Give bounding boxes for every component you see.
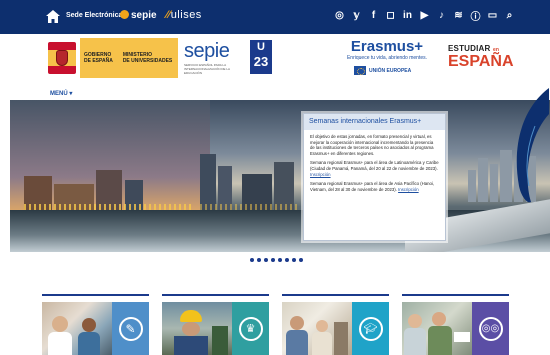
feature-card[interactable]: ◎◎ [402,294,509,355]
instagram-icon[interactable]: ◻ [385,9,396,22]
home-icon[interactable] [46,10,60,23]
gobierno-line2: DE ESPAÑA [84,58,113,64]
menu-toggle[interactable]: MENÚ ▾ [50,90,72,97]
eu-flag-icon [354,66,366,75]
u23-top: U [257,41,265,53]
twitter-icon[interactable]: 𝕪 [351,9,362,22]
card-badge: ◎◎ [472,302,509,355]
facebook-icon[interactable]: f [368,9,379,22]
carousel-dot[interactable] [292,258,296,262]
erasmus-tagline: Enriquece tu vida, abriendo mentes. [346,55,428,61]
hero-building [200,154,216,210]
esepie-logo-icon [120,10,129,19]
hero-panel-title: Semanas internacionales Erasmus+ [304,114,445,130]
ulises-link[interactable]: ⁄⁄ulises [166,9,202,21]
carousel-dot[interactable] [250,258,254,262]
ministerio-line2: DE UNIVERSIDADES [122,58,173,64]
pencil-icon: ✎ [125,321,136,336]
espana-label: ESPAÑA [448,53,514,70]
hero-panel-body: El objetivo de estas jornadas, en format… [304,130,445,200]
feature-card[interactable]: ♛ [162,294,269,355]
erasmus-word: Erasmus+ [350,38,424,55]
linkedin-icon[interactable]: in [402,9,413,22]
inscripcion-link-asia[interactable]: Inscripción [398,187,419,192]
chevron-down-icon: ▾ [69,91,73,97]
hero-panel-paragraph: El objetivo de estas jornadas, en format… [310,134,434,156]
tiktok-icon[interactable]: ♪ [436,9,447,22]
carousel-dot[interactable] [257,258,261,262]
carousel-dot[interactable] [264,258,268,262]
card-badge: ♛ [232,302,269,355]
search-icon[interactable]: ⌕ [504,9,515,22]
youtube-icon[interactable]: ▶ [419,9,430,22]
card-photo [42,302,112,355]
feature-card[interactable]: ✎ [42,294,149,355]
feature-card[interactable]: 🎓︎ [282,294,389,355]
sede-electronica-link[interactable]: Sede Electrónica [66,12,122,19]
menu-label: MENÚ [50,91,68,97]
carousel-dot[interactable] [299,258,303,262]
card-photo [402,302,472,355]
info-icon[interactable]: ⓘ [470,9,481,23]
hero-carousel[interactable]: Semanas internacionales Erasmus+ El obje… [10,100,550,252]
podcast-icon[interactable]: ◎ [334,9,345,22]
chat-icon[interactable]: ▭ [487,9,498,22]
logo-band: GOBIERNO DE ESPAÑA MINISTERIO DE UNIVERSID… [0,34,550,100]
sepie-logo-word: sepie [184,40,230,62]
hero-info-panel: Semanas internacionales Erasmus+ El obje… [303,113,446,241]
glasses-icon: ◎◎ [481,323,500,334]
spain-crest-icon [46,38,80,78]
hero-tower [490,164,498,202]
union-europea-label: UNIÓN EUROPEA [369,67,412,74]
u23-bottom: 23 [253,54,269,69]
gobierno-logo[interactable]: GOBIERNO DE ESPAÑA MINISTERIO DE UNIVERSID… [46,38,178,78]
inscripcion-link-latam[interactable]: Inscripción [310,172,331,177]
top-navigation-bar: Sede Electrónica sepie ⁄⁄ulises ◎ 𝕪 f ◻ … [0,0,550,34]
hero-panel-paragraph: Semana regional Erasmus+ para el área de… [310,160,439,171]
social-links: ◎ 𝕪 f ◻ in ▶ ♪ ≋ ⓘ ▭ ⌕ [334,9,515,23]
carousel-dot[interactable] [285,258,289,262]
decorative-swirl-icon [516,88,549,203]
carousel-pagination [250,258,303,262]
card-badge: 🎓︎ [352,302,389,355]
sepie-logo-subtitle: SERVICIO ESPAÑOL PARA LA INTERNACIONALIZ… [184,63,230,75]
card-photo [162,302,232,355]
carousel-dot[interactable] [278,258,282,262]
erasmus-logo[interactable]: Erasmus+ Enriquece tu vida, abriendo men… [338,38,436,61]
graduation-cap-icon: 🎓︎ [363,323,378,335]
chef-hat-icon: ♛ [245,323,256,335]
card-photo [282,302,352,355]
carousel-dot[interactable] [271,258,275,262]
ulises-label: ulises [170,9,202,21]
estudiar-en-espana-logo[interactable]: ESTUDIAR en ESPAÑA [448,44,514,70]
esepie-link[interactable]: sepie [120,10,157,21]
u23-logo[interactable]: U 23 [250,40,272,74]
hero-city-lights [24,204,194,210]
spotify-icon[interactable]: ≋ [453,9,464,22]
hero-tower [478,158,488,202]
hero-tower [468,170,476,202]
union-europea-logo: UNIÓN EUROPEA [354,66,411,75]
hero-city-lights [200,204,300,210]
esepie-label: sepie [131,10,157,21]
sepie-logo[interactable]: sepie SERVICIO ESPAÑOL PARA LA INTERNACI… [184,40,246,75]
estudiar-label: ESTUDIAR [448,44,491,53]
card-badge: ✎ [112,302,149,355]
hero-building [274,162,294,210]
